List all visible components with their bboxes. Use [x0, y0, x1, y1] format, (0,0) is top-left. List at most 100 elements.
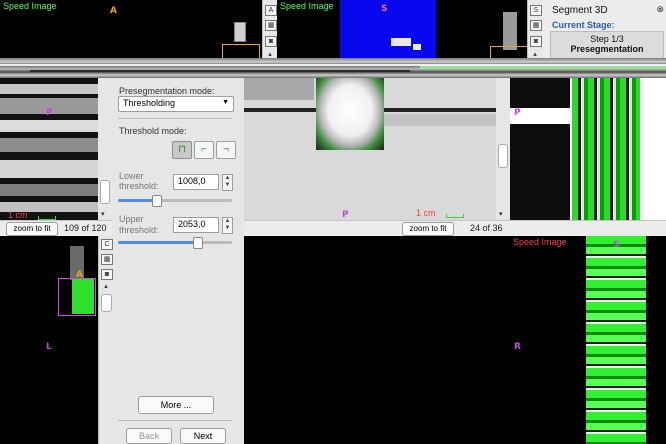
chevron-down-icon: ▼: [222, 99, 229, 106]
lower-threshold-field[interactable]: 1008,0: [173, 174, 219, 190]
divider: [118, 118, 232, 119]
orientation-label-r: R: [514, 342, 521, 352]
stage-name: Presegmentation: [570, 44, 644, 54]
view-mid-center[interactable]: P 1 cm: [244, 78, 496, 220]
preseg-mode-label: Presegmentation mode:: [119, 86, 215, 96]
right-status-bar: [510, 220, 666, 237]
back-button-label: Back: [138, 431, 159, 441]
lower-threshold-slider[interactable]: [118, 195, 232, 207]
view-top-mid[interactable]: Speed Image S: [277, 0, 527, 58]
threshold-mode-band-button[interactable]: ⊓: [172, 141, 192, 159]
threshold-mode-label: Threshold mode:: [119, 126, 187, 136]
panel-title: Segment 3D: [552, 5, 608, 16]
scale-bar-label: 1 cm: [416, 208, 436, 218]
stage-box: Step 1/3 Presegmentation: [550, 31, 664, 59]
speed-image-label: Speed Image: [280, 1, 334, 11]
view-bottom-left[interactable]: A L: [0, 236, 98, 444]
orientation-label-p: P: [46, 108, 53, 118]
camera-icon[interactable]: ◙: [265, 36, 277, 47]
zoom-to-fit-button[interactable]: zoom to fit: [6, 222, 58, 236]
image-blob: [234, 22, 246, 42]
upper-threshold-label-1: Upper: [119, 214, 144, 224]
lower-threshold-label-1: Lower: [119, 171, 144, 181]
view-mid-left[interactable]: P 1 cm: [0, 78, 98, 236]
orientation-label-p: P: [514, 108, 521, 118]
center-status-bar: zoom to fit 24 of 36: [244, 220, 510, 237]
toggle-3d-s-button[interactable]: S: [530, 5, 542, 16]
green-region: [72, 279, 94, 314]
more-button[interactable]: More ...: [138, 396, 214, 414]
slice-counter: 24 of 36: [470, 223, 503, 233]
zoom-to-fit-label: zoom to fit: [409, 224, 447, 233]
orientation-label-a: A: [110, 6, 117, 16]
view-bottom-right[interactable]: Speed Image S R: [510, 236, 666, 444]
camera-icon[interactable]: ◙: [101, 269, 113, 280]
divider: [118, 420, 232, 421]
slice-box: [222, 44, 260, 58]
grid-icon[interactable]: ▦: [265, 20, 277, 31]
lower-threshold-label-2: threshold:: [119, 181, 159, 191]
threshold-mode-upper-button[interactable]: ¬: [216, 141, 236, 159]
more-button-label: More ...: [160, 400, 192, 410]
lower-threshold-value: 1008,0: [178, 176, 206, 186]
view-toolbar-top-mid: S ▦ ◙ ▴: [527, 0, 542, 58]
zoom-to-fit-button[interactable]: zoom to fit: [402, 222, 454, 236]
green-region: [572, 78, 640, 220]
threshold-mode-lower-button[interactable]: ⌐: [194, 141, 214, 159]
toggle-3d-a-button[interactable]: A: [265, 5, 277, 16]
scroll-down-icon[interactable]: ▾: [101, 210, 105, 218]
segment-3d-panel: Segment 3D ⊗ Current Stage: Step 1/3 Pre…: [542, 0, 666, 60]
grid-icon[interactable]: ▦: [530, 20, 542, 31]
next-button[interactable]: Next: [180, 428, 226, 444]
upper-threshold-fill: [118, 241, 197, 244]
scale-bar-label: 1 cm: [8, 210, 28, 220]
upper-threshold-field[interactable]: 2053,0: [173, 217, 219, 233]
image-blob: [413, 44, 421, 50]
back-button[interactable]: Back: [126, 428, 172, 444]
zoom-to-fit-label: zoom to fit: [13, 224, 51, 233]
green-region: [586, 236, 646, 444]
scroll-up-icon[interactable]: ▴: [101, 282, 111, 291]
image-blob: [316, 78, 384, 150]
preseg-mode-value: Thresholding: [123, 98, 176, 108]
panel-close-icon[interactable]: ⊗: [656, 4, 664, 15]
image-blob: [391, 38, 411, 46]
bottom-left-scroll-thumb[interactable]: [101, 294, 112, 312]
upper-threshold-value: 2053,0: [178, 219, 206, 229]
speed-image-label: Speed Image: [513, 237, 567, 247]
slice-counter: 109 of 120: [64, 223, 107, 233]
view-top-left[interactable]: Speed Image A: [0, 0, 262, 58]
orientation-label-p: P: [342, 210, 349, 220]
blue-region: [340, 0, 436, 58]
speed-image-label: Speed Image: [3, 1, 57, 11]
scale-bar: [446, 214, 464, 218]
view-mid-right[interactable]: P: [510, 78, 666, 220]
upper-threshold-knob[interactable]: [192, 237, 203, 249]
lower-threshold-fill: [118, 199, 156, 202]
mid-left-scrollbar[interactable]: ▾: [98, 78, 112, 236]
orientation-label-s: S: [381, 4, 388, 14]
orientation-label-s: S: [613, 240, 620, 250]
preseg-mode-select[interactable]: Thresholding ▼: [118, 96, 234, 112]
view-toolbar-bottom-left: C ▦ ◙ ▴: [98, 236, 113, 444]
orientation-label-l: L: [46, 342, 52, 352]
upper-threshold-label-2: threshold:: [119, 225, 159, 235]
grid-icon[interactable]: ▦: [101, 254, 113, 265]
upper-threshold-slider[interactable]: [118, 237, 232, 249]
camera-icon[interactable]: ◙: [530, 36, 542, 47]
next-button-label: Next: [193, 431, 213, 441]
image-blob: [503, 12, 517, 50]
toggle-3d-c-button[interactable]: C: [101, 239, 113, 250]
current-stage-label: Current Stage:: [552, 20, 615, 30]
upper-threshold-stepper[interactable]: ▲ ▼: [222, 217, 233, 234]
step-label: Step 1/3: [590, 34, 624, 44]
view-bottom-center[interactable]: [244, 236, 510, 444]
lower-threshold-stepper[interactable]: ▲ ▼: [222, 174, 233, 191]
left-status-bar: zoom to fit 109 of 120: [0, 220, 112, 237]
presegmentation-panel: Presegmentation mode: Thresholding ▼ Thr…: [112, 78, 244, 444]
view-toolbar-top-left: A ▦ ◙ ▴: [262, 0, 277, 58]
slice-box: [490, 46, 527, 58]
scroll-down-icon[interactable]: ▾: [499, 210, 503, 218]
lower-threshold-knob[interactable]: [151, 195, 162, 207]
mid-center-scrollbar[interactable]: ▾: [496, 78, 510, 220]
